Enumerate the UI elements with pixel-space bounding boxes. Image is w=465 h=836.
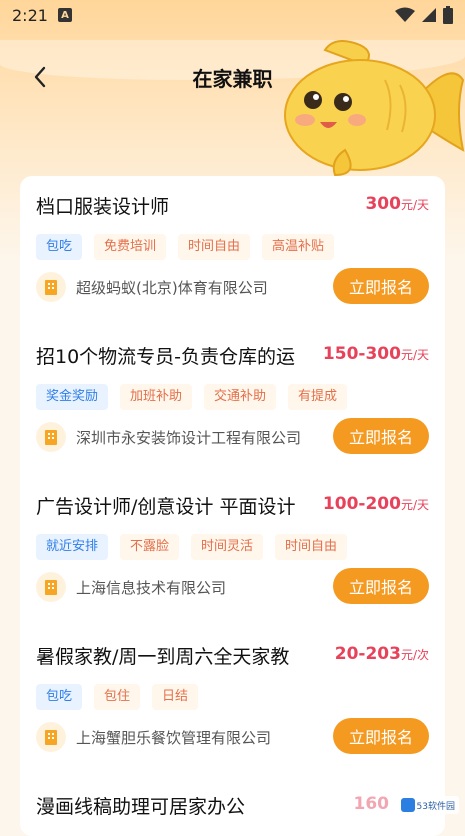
job-tag: 日结: [152, 684, 199, 710]
status-icons: [395, 6, 453, 24]
job-tag: 时间自由: [178, 234, 251, 260]
job-tag: 免费培训: [94, 234, 167, 260]
company-name: 上海蟹胆乐餐饮管理有限公司: [76, 728, 272, 747]
building-icon: [36, 422, 66, 452]
company-name: 上海信息技术有限公司: [76, 578, 227, 597]
job-salary: 300元/天: [365, 194, 429, 214]
job-tag: 就近安排: [36, 534, 109, 560]
apply-button[interactable]: 立即报名: [333, 268, 429, 304]
salary-value: 100-200: [322, 494, 401, 514]
salary-unit: 元/天: [400, 198, 429, 212]
job-salary: 150-300元/天: [323, 344, 429, 364]
company: 超级蚂蚁(北京)体育有限公司: [36, 272, 268, 302]
building-icon: [36, 722, 66, 752]
job-title: 广告设计师/创意设计 平面设计: [36, 496, 296, 518]
job-tag: 奖金奖励: [36, 384, 109, 410]
building-icon: [36, 272, 66, 302]
job-item[interactable]: 档口服装设计师 300元/天 包吃 免费培训 时间自由 高温补贴 超级蚂蚁(北京…: [20, 176, 445, 326]
job-item[interactable]: 招10个物流专员-负责仓库的运 150-300元/天 奖金奖励 加班补助 交通补…: [20, 326, 445, 476]
signal-icon: [422, 8, 436, 22]
apply-button[interactable]: 立即报名: [333, 718, 429, 754]
notification-a-icon: A: [57, 8, 72, 22]
job-tag: 时间灵活: [191, 534, 264, 560]
company: 上海信息技术有限公司: [36, 572, 226, 602]
chevron-left-icon: [34, 66, 46, 88]
job-tag: 交通补助: [204, 384, 277, 410]
job-tags: 包吃 免费培训 时间自由 高温补贴: [36, 234, 335, 260]
company: 深圳市永安装饰设计工程有限公司: [36, 422, 301, 452]
job-tag: 包吃: [36, 234, 83, 260]
job-tag: 加班补助: [120, 384, 193, 410]
job-item[interactable]: 广告设计师/创意设计 平面设计 100-200元/天 就近安排 不露脸 时间灵活…: [20, 476, 445, 626]
job-tags: 奖金奖励 加班补助 交通补助 有提成: [36, 384, 348, 410]
salary-unit: 元/次: [400, 648, 429, 662]
job-tag: 高温补贴: [262, 234, 335, 260]
watermark: 53软件园: [396, 796, 459, 814]
salary-value: 300: [365, 194, 401, 214]
job-title: 招10个物流专员-负责仓库的运: [36, 346, 296, 368]
salary-value: 150-300: [322, 344, 401, 364]
salary-value: 20-203: [334, 644, 401, 664]
job-tag: 不露脸: [120, 534, 180, 560]
job-salary: 20-203元/次: [335, 644, 429, 664]
job-salary: 100-200元/天: [323, 494, 429, 514]
back-button[interactable]: [24, 61, 56, 93]
company: 上海蟹胆乐餐饮管理有限公司: [36, 722, 271, 752]
battery-icon: [443, 6, 453, 24]
watermark-logo-icon: [400, 798, 415, 812]
salary-unit: 元/天: [400, 498, 429, 512]
job-tag: 有提成: [288, 384, 348, 410]
job-tags: 就近安排 不露脸 时间灵活 时间自由: [36, 534, 348, 560]
wifi-icon: [395, 7, 415, 22]
job-title: 档口服装设计师: [36, 196, 170, 218]
company-name: 超级蚂蚁(北京)体育有限公司: [76, 278, 268, 297]
job-tag: 时间自由: [275, 534, 348, 560]
job-tag: 包吃: [36, 684, 83, 710]
watermark-text: 53软件园: [416, 801, 455, 812]
company-name: 深圳市永安装饰设计工程有限公司: [76, 428, 302, 447]
job-list: 档口服装设计师 300元/天 包吃 免费培训 时间自由 高温补贴 超级蚂蚁(北京…: [20, 176, 445, 836]
status-left: 2:21 A: [12, 6, 72, 25]
job-tags: 包吃 包住 日结: [36, 684, 199, 710]
building-icon: [36, 572, 66, 602]
job-tag: 包住: [94, 684, 141, 710]
salary-unit: 元/天: [400, 348, 429, 362]
job-title-partial[interactable]: 漫画线稿助理可居家办公: [36, 792, 245, 819]
goldfish-mascot: [284, 40, 465, 177]
job-salary-partial: 160: [353, 794, 390, 814]
apply-button[interactable]: 立即报名: [333, 568, 429, 604]
status-time: 2:21: [12, 5, 48, 25]
apply-button[interactable]: 立即报名: [333, 418, 429, 454]
job-title: 暑假家教/周一到周六全天家教: [36, 646, 290, 668]
job-item[interactable]: 暑假家教/周一到周六全天家教 20-203元/次 包吃 包住 日结 上海蟹胆乐餐…: [20, 626, 445, 776]
status-bar: 2:21 A: [0, 0, 465, 30]
